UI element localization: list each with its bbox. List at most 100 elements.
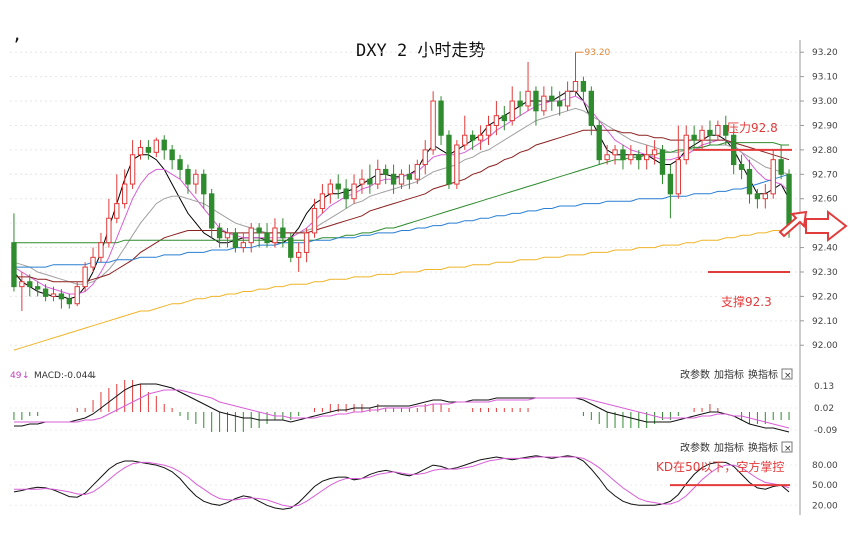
- y-tick-label: 93.20: [812, 48, 838, 58]
- candle-up: [675, 159, 681, 195]
- candle-up: [715, 124, 721, 136]
- candle-down: [27, 281, 33, 288]
- candle-down: [446, 134, 452, 185]
- candle-down: [501, 115, 507, 122]
- candle-up: [296, 251, 302, 258]
- candle-down: [470, 134, 476, 141]
- y-tick-label: 92.70: [812, 170, 838, 180]
- candle-down: [383, 168, 389, 175]
- candle-down: [580, 81, 587, 92]
- main-y-axis: 93.2093.1093.0092.9092.8092.7092.6092.50…: [800, 48, 838, 351]
- ma-line-1: [13, 90, 790, 300]
- kd-add-indicator-button[interactable]: 加指标: [714, 441, 744, 454]
- candle-up: [351, 183, 357, 200]
- candle-up: [525, 90, 531, 107]
- candle-up: [462, 134, 468, 146]
- candle-down: [754, 193, 761, 200]
- y-tick-label: 92.80: [812, 146, 838, 156]
- candle-up: [327, 183, 333, 195]
- candle-down: [588, 90, 594, 126]
- candle-down: [335, 183, 341, 190]
- candle-up: [129, 154, 136, 185]
- candle-down: [620, 149, 626, 161]
- candle-up: [541, 95, 547, 112]
- kd-y-axis: 80.00 50.00 20.00: [812, 461, 838, 511]
- y-tick-label: 92.00: [812, 341, 838, 351]
- candle-up: [311, 207, 318, 234]
- candle-down: [66, 298, 72, 305]
- macd-period: 49: [10, 371, 22, 381]
- kd-switch-indicator-button[interactable]: 换指标: [748, 441, 778, 454]
- candle-down: [288, 237, 294, 258]
- kd-panel: 80.00 50.00 20.00 KD在50以下，空方掌控: [10, 455, 838, 511]
- candle-down: [343, 188, 349, 200]
- kd-close-icon[interactable]: ×: [784, 444, 792, 454]
- candle-up: [644, 154, 650, 161]
- candle-up: [683, 134, 689, 161]
- candle-up: [414, 164, 420, 180]
- macd-switch-indicator-button[interactable]: 换指标: [748, 368, 778, 381]
- candle-up: [628, 154, 634, 161]
- ma-line-4: [14, 129, 790, 283]
- candle-down: [280, 227, 286, 239]
- macd-down-arrow-icon: ↓: [22, 371, 30, 381]
- candle-down: [778, 159, 784, 175]
- candle-down: [11, 242, 17, 288]
- candle-down: [549, 95, 555, 102]
- y-tick-label: 92.60: [812, 195, 838, 205]
- candle-up: [422, 149, 428, 166]
- candle-up: [454, 144, 460, 185]
- candle-down: [390, 173, 397, 185]
- macd-add-indicator-button[interactable]: 加指标: [714, 368, 744, 381]
- support-annotation: 支撑92.3: [708, 270, 790, 309]
- candle-down: [209, 193, 215, 229]
- kd-toolbar: 改参数 加指标 换指标 ×: [680, 441, 793, 454]
- candle-up: [193, 173, 199, 185]
- y-tick-label: 92.90: [812, 121, 838, 131]
- chart-canvas: , DXY 2 小时走势 93.20 93.10 93.00 92.90 92.80 92…: [10, 25, 848, 515]
- kd-tick-label: 50.00: [812, 481, 838, 491]
- kd-params-button[interactable]: 改参数: [680, 441, 710, 454]
- y-tick-label: 93.00: [812, 97, 838, 107]
- candle-up: [303, 232, 310, 253]
- candle-up: [572, 81, 579, 92]
- candle-down: [185, 168, 191, 185]
- candle-down: [707, 129, 713, 136]
- candle-down: [35, 286, 41, 290]
- macd-tick-label: 0.13: [814, 382, 834, 392]
- candle-down: [177, 159, 183, 170]
- candle-up: [485, 124, 492, 136]
- candle-down: [367, 178, 373, 185]
- candle-down: [58, 293, 65, 300]
- candle-down: [216, 227, 223, 239]
- candle-up: [375, 168, 381, 185]
- kd-tick-label: 20.00: [812, 501, 838, 511]
- candle-down: [533, 90, 539, 112]
- candle-up: [137, 146, 144, 156]
- candle-down: [161, 139, 167, 151]
- y-tick-label: 92.10: [812, 317, 838, 327]
- candle-up: [604, 154, 610, 161]
- candle-up: [564, 90, 571, 107]
- macd-close-icon[interactable]: ×: [784, 371, 792, 381]
- peak-marker: 93.20: [575, 48, 611, 58]
- candle-down: [786, 173, 792, 229]
- kd-tick-label: 80.00: [812, 461, 838, 471]
- y-tick-label: 92.20: [812, 292, 838, 302]
- candle-up: [430, 100, 436, 151]
- candle-up: [319, 193, 326, 209]
- candle-up: [90, 256, 96, 268]
- candle-up: [82, 266, 88, 288]
- candle-up: [477, 134, 484, 141]
- chart-title: DXY 2 小时走势: [356, 41, 485, 61]
- candle-up: [398, 173, 405, 185]
- candle-up: [50, 293, 57, 297]
- candle-down: [746, 168, 753, 195]
- candle-down: [691, 134, 697, 141]
- y-tick-label: 92.30: [812, 268, 838, 278]
- macd-arrow-icon: ↓: [90, 371, 98, 381]
- macd-params-button[interactable]: 改参数: [680, 368, 710, 381]
- kd-annotation: KD在50以下，空方掌控: [656, 459, 784, 474]
- candle-down: [232, 232, 239, 249]
- candle-down: [738, 164, 745, 170]
